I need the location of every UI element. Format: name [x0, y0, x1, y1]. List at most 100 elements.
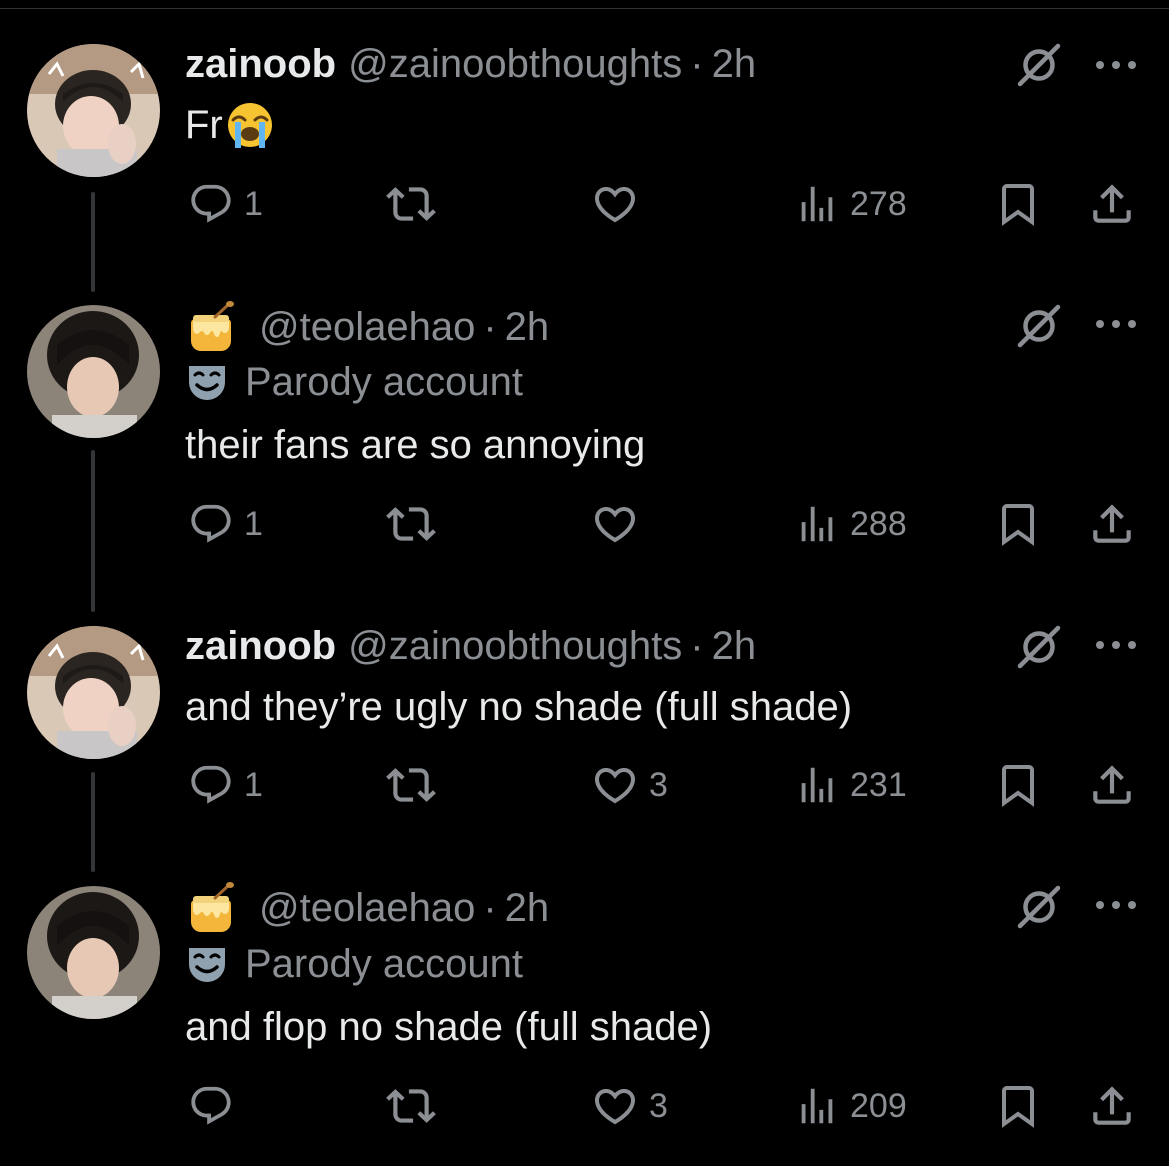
share-icon — [1087, 1081, 1137, 1131]
view-count: 278 — [850, 184, 907, 223]
reply-count: 1 — [244, 184, 263, 223]
bookmark-button[interactable] — [994, 499, 1042, 549]
retweet-button[interactable] — [386, 760, 436, 810]
tweet-text-content: Fr — [185, 103, 223, 147]
retweet-icon — [386, 499, 436, 549]
display-name[interactable]: zainoob — [185, 40, 336, 88]
avatar-photo — [27, 44, 160, 177]
avatar-photo — [27, 305, 160, 438]
like-icon — [591, 500, 639, 548]
parody-label: Parody account — [185, 942, 523, 987]
more-icon[interactable] — [1092, 316, 1140, 332]
like-button[interactable]: 3 — [591, 1081, 668, 1131]
share-icon — [1087, 499, 1137, 549]
views-icon — [794, 1083, 840, 1129]
like-button[interactable] — [591, 179, 649, 229]
like-count: 3 — [649, 1086, 668, 1125]
reply-button[interactable]: 1 — [188, 499, 263, 549]
views-button[interactable]: 278 — [794, 179, 907, 229]
parody-label: Parody account — [185, 360, 523, 405]
separator: · — [690, 624, 704, 668]
like-icon — [591, 761, 639, 809]
reply-count: 1 — [244, 765, 263, 804]
action-bar: 3 209 — [0, 1081, 1169, 1131]
separator: · — [483, 886, 497, 930]
share-button[interactable] — [1087, 1081, 1137, 1131]
share-icon — [1087, 179, 1137, 229]
bookmark-icon — [994, 500, 1042, 548]
reply-icon — [188, 181, 234, 227]
tweet-header: zainoob @zainoobthoughts · 2h — [185, 622, 756, 670]
bookmark-icon — [994, 761, 1042, 809]
display-name[interactable]: zainoob — [185, 622, 336, 670]
timestamp[interactable]: 2h — [505, 884, 550, 932]
timestamp[interactable]: 2h — [712, 40, 757, 88]
avatar-photo — [27, 886, 160, 1019]
share-icon — [1087, 760, 1137, 810]
more-icon[interactable] — [1092, 57, 1140, 73]
tweet-text-content: and they’re ugly no shade (full shade) — [185, 685, 853, 729]
parody-mask-icon — [185, 363, 229, 403]
honey-pot-emoji — [185, 882, 237, 934]
reply-count: 1 — [244, 504, 263, 543]
parody-label-text: Parody account — [245, 942, 523, 986]
avatar[interactable] — [27, 44, 160, 177]
tweet-text: their fans are so annoying — [185, 420, 645, 470]
reply-button[interactable]: 1 — [188, 179, 263, 229]
bookmark-button[interactable] — [994, 1081, 1042, 1131]
tweet-text: and flop no shade (full shade) — [185, 1002, 712, 1052]
tweet-text-content: their fans are so annoying — [185, 423, 646, 467]
views-icon — [794, 762, 840, 808]
like-icon — [591, 1082, 639, 1130]
loudly-crying-emoji — [225, 100, 275, 150]
bookmark-button[interactable] — [994, 760, 1042, 810]
avatar-photo — [27, 626, 160, 759]
handle[interactable]: @teolaehao — [259, 884, 475, 932]
parody-label-text: Parody account — [245, 360, 523, 404]
retweet-button[interactable] — [386, 179, 436, 229]
views-button[interactable]: 209 — [794, 1081, 907, 1131]
reply-button[interactable] — [188, 1081, 244, 1131]
parody-mask-icon — [185, 945, 229, 985]
grok-icon[interactable] — [1016, 303, 1062, 349]
share-button[interactable] — [1087, 499, 1137, 549]
avatar[interactable] — [27, 305, 160, 438]
views-button[interactable]: 288 — [794, 499, 907, 549]
separator: · — [483, 305, 497, 349]
retweet-icon — [386, 760, 436, 810]
action-bar: 1 278 — [0, 179, 1169, 229]
timestamp[interactable]: 2h — [712, 622, 757, 670]
timestamp[interactable]: 2h — [505, 303, 550, 351]
reply-icon — [188, 1083, 234, 1129]
action-bar: 1 288 — [0, 499, 1169, 549]
grok-icon[interactable] — [1016, 884, 1062, 930]
like-count: 3 — [649, 765, 668, 804]
avatar[interactable] — [27, 626, 160, 759]
more-icon[interactable] — [1092, 637, 1140, 653]
tweet-text: and they’re ugly no shade (full shade) — [185, 682, 852, 732]
bookmark-icon — [994, 1082, 1042, 1130]
handle[interactable]: @teolaehao — [259, 303, 475, 351]
tweet-text-content: and flop no shade (full shade) — [185, 1005, 713, 1049]
reply-button[interactable]: 1 — [188, 760, 263, 810]
like-button[interactable] — [591, 499, 649, 549]
share-button[interactable] — [1087, 760, 1137, 810]
grok-icon[interactable] — [1016, 624, 1062, 670]
avatar[interactable] — [27, 886, 160, 1019]
views-button[interactable]: 231 — [794, 760, 907, 810]
retweet-button[interactable] — [386, 499, 436, 549]
handle[interactable]: @zainoobthoughts — [348, 40, 682, 88]
views-icon — [794, 501, 840, 547]
share-button[interactable] — [1087, 179, 1137, 229]
reply-icon — [188, 501, 234, 547]
bookmark-button[interactable] — [994, 179, 1042, 229]
retweet-button[interactable] — [386, 1081, 436, 1131]
bookmark-icon — [994, 180, 1042, 228]
more-icon[interactable] — [1092, 897, 1140, 913]
retweet-icon — [386, 179, 436, 229]
like-button[interactable]: 3 — [591, 760, 668, 810]
grok-icon[interactable] — [1016, 42, 1062, 88]
tweet-text: Fr — [185, 100, 275, 150]
tweet-header: zainoob @zainoobthoughts · 2h — [185, 40, 756, 88]
handle[interactable]: @zainoobthoughts — [348, 622, 682, 670]
